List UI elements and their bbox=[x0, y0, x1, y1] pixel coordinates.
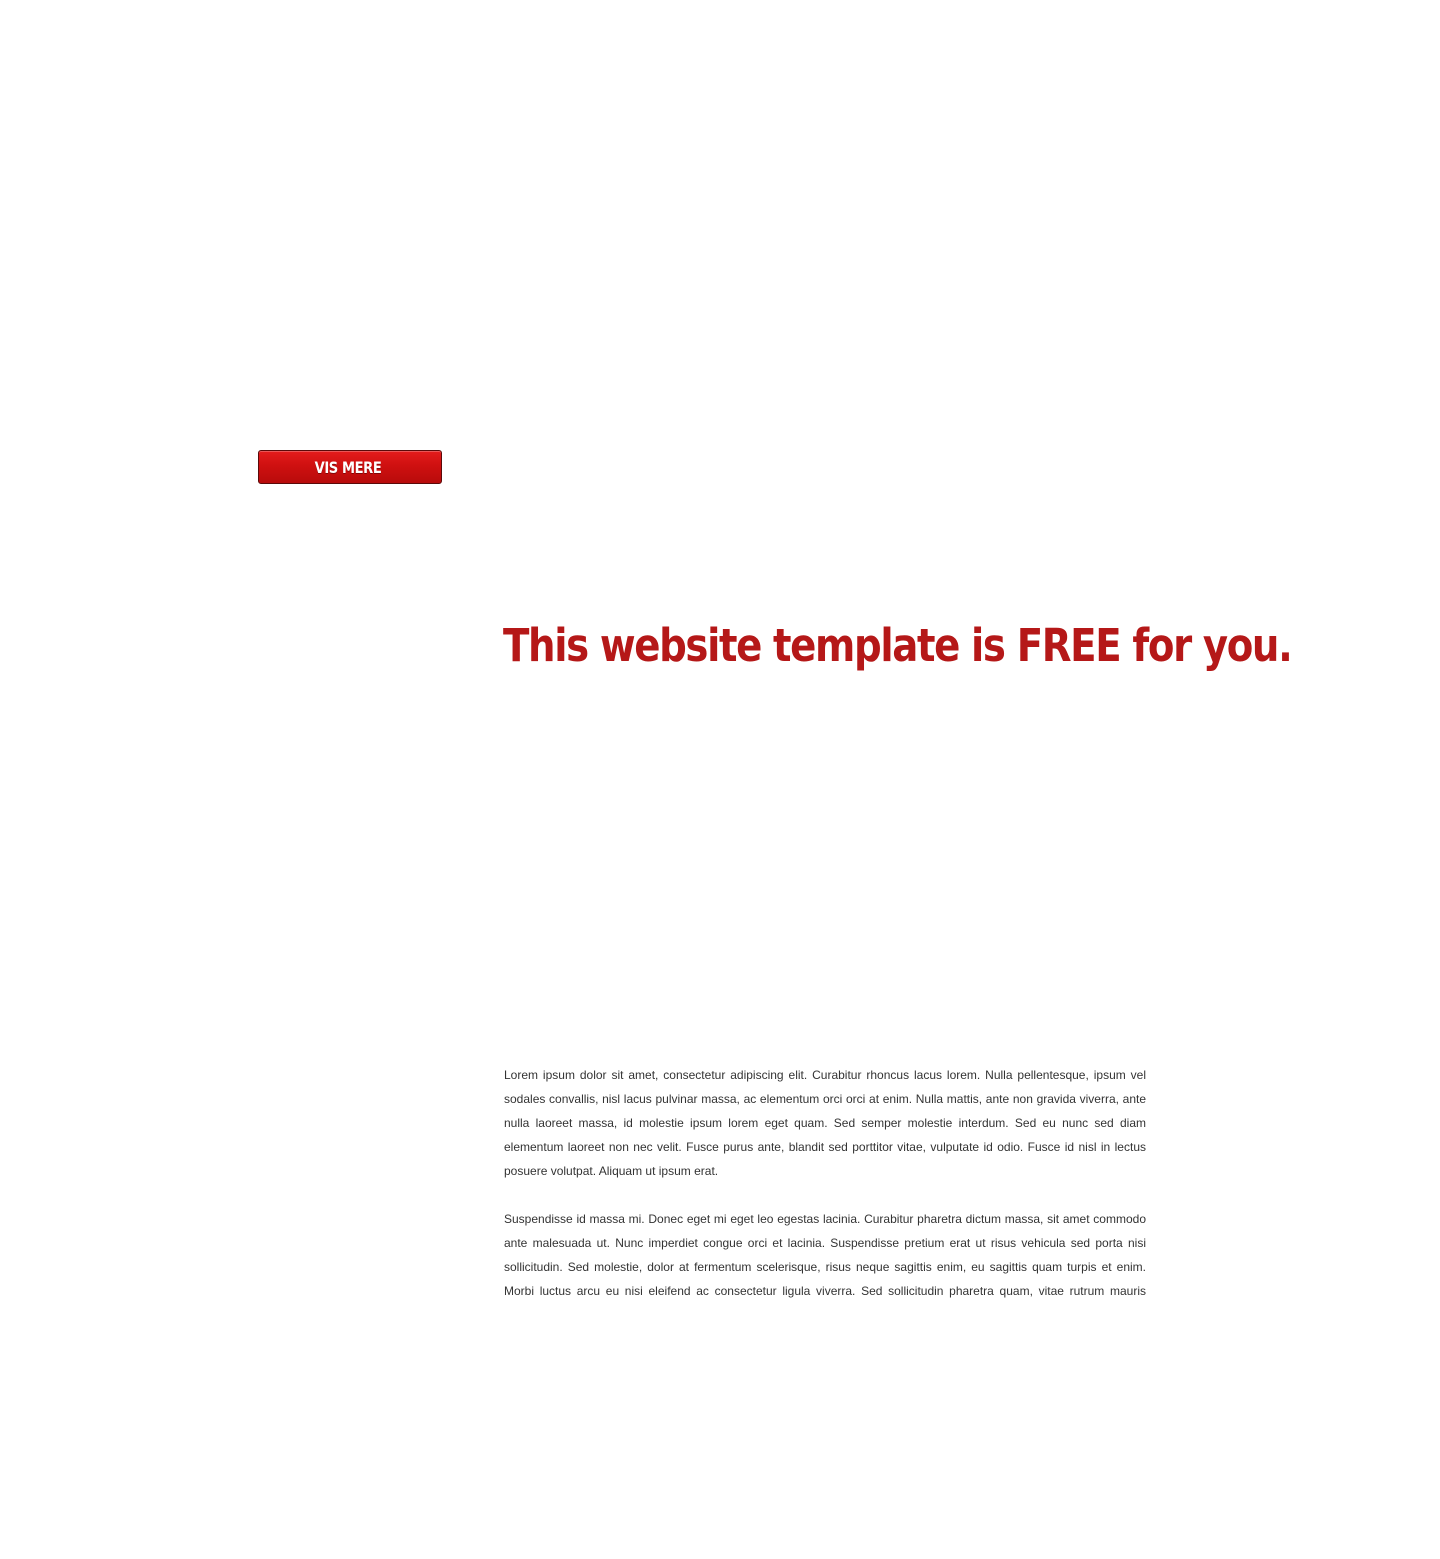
vis-mere-button-label: VIS MERE bbox=[314, 458, 382, 477]
article-paragraph: Lorem ipsum dolor sit amet, consectetur … bbox=[504, 1068, 1146, 1178]
article-body: Lorem ipsum dolor sit amet, consectetur … bbox=[504, 1063, 1146, 1327]
article-paragraph: Suspendisse id massa mi. Donec eget mi e… bbox=[504, 1212, 1146, 1298]
vis-mere-button[interactable]: VIS MERE bbox=[258, 450, 442, 484]
page-headline: This website template is FREE for you. bbox=[503, 619, 1293, 672]
